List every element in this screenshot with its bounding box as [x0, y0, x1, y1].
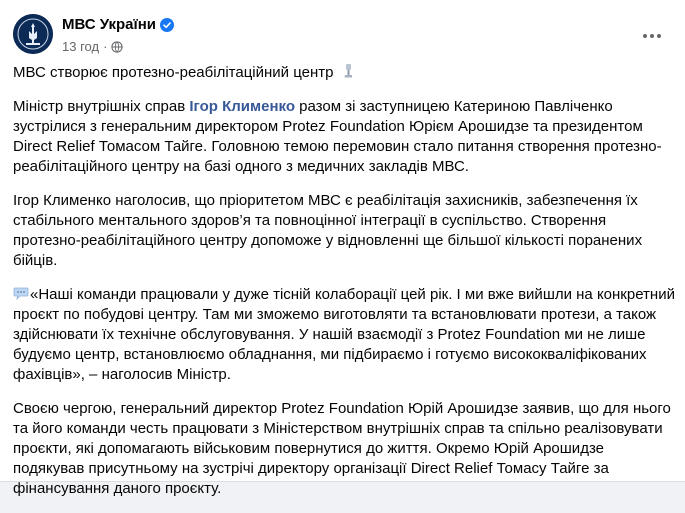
mvs-emblem-icon [13, 14, 53, 54]
paragraph-3: «Наші команди працювали у дуже тісній ко… [13, 285, 675, 385]
post-time-link[interactable]: 13 год [62, 39, 99, 54]
author-name[interactable]: МВС України [62, 16, 156, 33]
meta-separator: · [103, 39, 108, 54]
avatar[interactable] [13, 14, 53, 54]
speech-bubble-emoji-icon [13, 287, 29, 301]
post-title-paragraph: МВС створює протезно-реабілітаційний цен… [13, 63, 675, 83]
post-meta: 13 год · [62, 39, 124, 54]
author-name-link[interactable]: МВС України [62, 16, 175, 33]
paragraph-4: Своєю чергою, генеральний директор Prote… [13, 400, 671, 497]
globe-icon[interactable] [111, 40, 124, 53]
post-body: МВС створює протезно-реабілітаційний цен… [13, 63, 675, 513]
paragraph-1-text: Міністр внутрішніх справ [13, 98, 190, 115]
mention-link[interactable]: Ігор Клименко [189, 98, 295, 115]
facebook-post: МВС України 13 год · МВС створює протезн… [0, 0, 685, 497]
more-options-button[interactable] [636, 22, 668, 50]
prosthetic-leg-emoji-icon [344, 64, 352, 78]
verified-badge-icon [160, 17, 175, 32]
more-dot [650, 34, 654, 38]
post-title: МВС створює протезно-реабілітаційний цен… [13, 64, 334, 81]
more-dot [643, 34, 647, 38]
paragraph-1: Міністр внутрішніх справ Ігор Клименко р… [13, 97, 675, 177]
paragraph-3-quote: «Наші команди працювали у дуже тісній ко… [13, 286, 675, 383]
post-header: МВС України 13 год · [0, 0, 685, 62]
more-dot [657, 34, 661, 38]
paragraph-2: Ігор Клименко наголосив, що пріоритетом … [13, 192, 643, 269]
